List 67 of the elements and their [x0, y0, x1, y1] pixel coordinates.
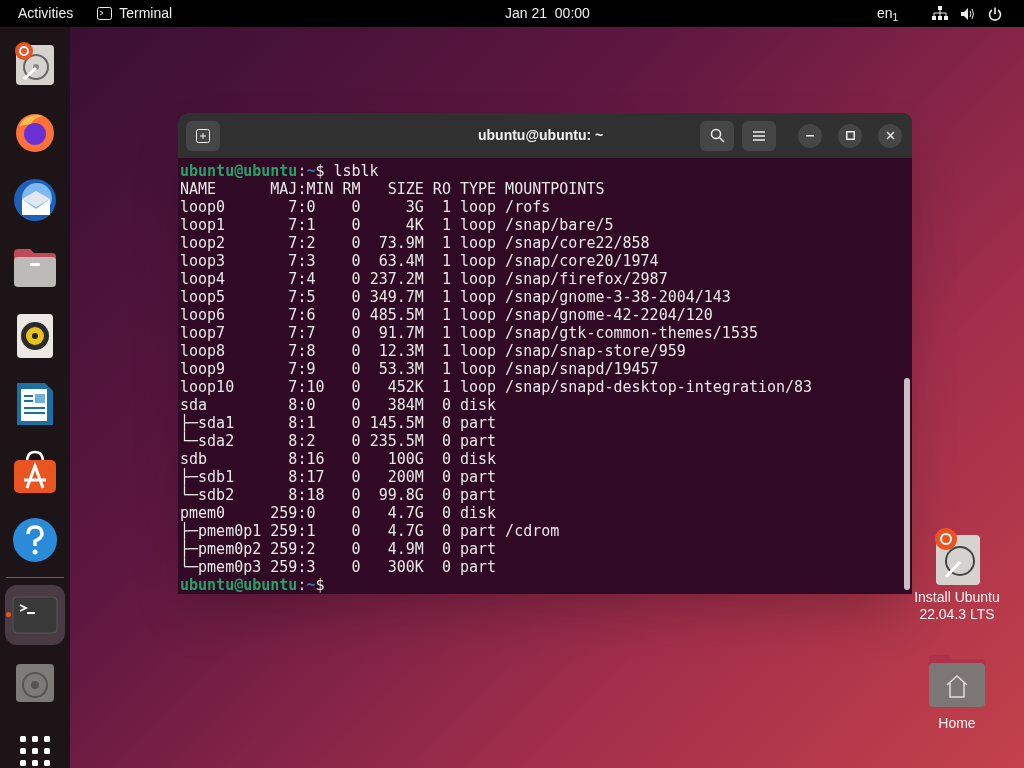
output-line: loop2 7:2 0 73.9M 1 loop /snap/core22/858 [180, 234, 650, 252]
output-line: └─pmem0p3 259:3 0 300K 0 part [180, 558, 497, 576]
output-line: NAME MAJ:MIN RM SIZE RO TYPE MOUNTPOINTS [180, 180, 605, 198]
search-button[interactable] [700, 120, 734, 151]
network-icon [932, 6, 948, 21]
new-tab-button[interactable] [186, 120, 220, 151]
minimize-button[interactable] [798, 123, 822, 148]
minimize-icon [806, 134, 814, 137]
prompt-user: ubuntu@ubuntu [180, 576, 298, 594]
terminal-icon [97, 7, 113, 20]
prompt-path: ~ [306, 576, 316, 594]
maximize-button[interactable] [838, 123, 862, 148]
keyboard-layout-indicator[interactable]: en$_{1}$ [877, 3, 899, 24]
system-menu[interactable] [932, 6, 1002, 21]
output-line: loop0 7:0 0 3G 1 loop /rofs [180, 198, 551, 216]
desktop-icon-label: Install Ubuntu 22.04.3 LTS [913, 589, 1001, 623]
output-line: loop1 7:1 0 4K 1 loop /snap/bare/5 [180, 216, 614, 234]
output-line: ├─sda1 8:1 0 145.5M 0 part [180, 414, 497, 432]
menu-icon [753, 130, 765, 141]
output-line: ├─pmem0p2 259:2 0 4.9M 0 part [180, 540, 497, 558]
desktop-icon-label: Home [938, 714, 976, 733]
output-line: loop10 7:10 0 452K 1 loop /snap/snapd-desktop-integration/83 [180, 378, 813, 396]
maximize-icon [845, 131, 855, 140]
output-line: └─sda2 8:2 0 235.5M 0 part [180, 432, 497, 450]
disk-installer-icon[interactable] [932, 527, 982, 585]
clock[interactable]: Jan 21 00:00 [505, 3, 590, 24]
output-line: loop6 7:6 0 485.5M 1 loop /snap/gnome-42-2204/120 [180, 306, 713, 324]
prompt-separator: : [297, 162, 307, 180]
output-line: pmem0 259:0 0 4.7G 0 disk [180, 504, 497, 522]
menu-button[interactable] [742, 120, 776, 151]
window-title: ubuntu@ubuntu: ~ [478, 126, 604, 145]
folder-icon [12, 247, 58, 289]
output-line: └─sdb2 8:18 0 99.8G 0 part [180, 486, 497, 504]
search-icon [709, 128, 725, 143]
close-icon [885, 131, 895, 140]
help-icon [12, 517, 58, 563]
output-line: sdb 8:16 0 100G 0 disk [180, 450, 497, 468]
activities-button[interactable]: Activities [18, 3, 74, 24]
app-menu[interactable]: Terminal [97, 3, 173, 24]
output-line: loop8 7:8 0 12.3M 1 loop /snap/snap-store/959 [180, 342, 686, 360]
speaker-icon [16, 313, 54, 359]
app-grid-icon [18, 734, 52, 768]
output-line: loop4 7:4 0 237.2M 1 loop /snap/firefox/2987 [180, 270, 668, 288]
output-line: ├─pmem0p1 259:1 0 4.7G 0 part /cdrom [180, 522, 560, 540]
prompt-separator: : [297, 576, 307, 594]
new-tab-icon [196, 128, 210, 143]
running-indicator [6, 612, 11, 617]
power-icon [988, 6, 1002, 21]
mail-client-icon [12, 177, 58, 223]
volume-icon [960, 6, 976, 21]
command-text: lsblk [333, 162, 379, 180]
output-line: ├─sdb1 8:17 0 200M 0 part [180, 468, 497, 486]
close-button[interactable] [878, 123, 902, 148]
terminal-icon [12, 596, 58, 634]
output-line: loop3 7:3 0 63.4M 1 loop /snap/core20/1974 [180, 252, 659, 270]
output-line: loop7 7:7 0 91.7M 1 loop /snap/gtk-common-themes/1535 [180, 324, 758, 342]
document-icon [15, 381, 55, 427]
output-line: loop9 7:9 0 53.3M 1 loop /snap/snapd/19457 [180, 360, 659, 378]
prompt-path: ~ [306, 162, 316, 180]
scrollbar-thumb[interactable] [904, 378, 910, 590]
home-folder-icon[interactable] [929, 655, 985, 707]
prompt-symbol: $ [315, 576, 325, 594]
output-line: loop5 7:5 0 349.7M 1 loop /snap/gnome-3-38-2004/143 [180, 288, 731, 306]
prompt-symbol: $ [315, 162, 325, 180]
shopping-bag-icon [12, 450, 58, 494]
output-line: sda 8:0 0 384M 0 disk [180, 396, 497, 414]
prompt-user: ubuntu@ubuntu [180, 162, 298, 180]
